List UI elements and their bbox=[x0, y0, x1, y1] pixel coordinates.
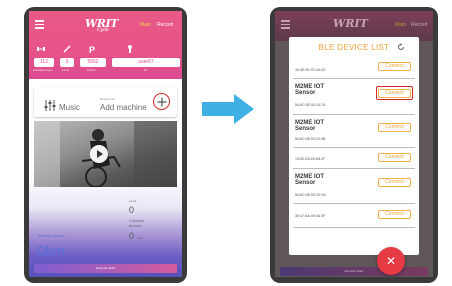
connect-button[interactable]: Connect bbox=[378, 123, 411, 132]
video-player[interactable] bbox=[34, 121, 177, 187]
points-icon: P bbox=[89, 45, 95, 54]
exercise-summary: count 0 Calories burned 0 kcal Running d… bbox=[34, 191, 177, 260]
add-machine-button[interactable] bbox=[153, 93, 170, 110]
connect-button[interactable]: Connect bbox=[378, 62, 411, 71]
user-icon bbox=[128, 45, 132, 53]
hamburger-menu-icon bbox=[281, 20, 290, 29]
level-icon bbox=[63, 45, 71, 53]
stat-level-label: Level bbox=[62, 68, 70, 72]
transition-arrow-icon bbox=[202, 94, 254, 124]
device-mac: 54:6C:0E:53:1E:9A bbox=[295, 193, 326, 197]
exercise-start-button: Exercise Start bbox=[280, 267, 428, 276]
ble-screen: WRIT Main Record BLE DEVICE LIST 34:4E:9… bbox=[275, 11, 433, 277]
stat-id-label: ID bbox=[144, 68, 147, 72]
distance-caption: Running distance bbox=[38, 234, 66, 238]
stat-points-label: Points bbox=[87, 68, 96, 72]
distance-value: 0km bbox=[37, 243, 66, 260]
close-dialog-button[interactable]: ✕ bbox=[377, 247, 405, 275]
equalizer-icon[interactable] bbox=[44, 100, 56, 111]
stat-days-value: 112 bbox=[34, 58, 54, 67]
stat-id-value: user67 bbox=[112, 58, 180, 67]
connect-button[interactable]: Connect bbox=[378, 153, 411, 162]
close-icon: ✕ bbox=[385, 254, 397, 268]
device-row[interactable]: 13:50:D8:26:D8:2F Connect bbox=[293, 149, 415, 169]
device-mac: 54:6C:0E:53:15:7A bbox=[295, 103, 326, 107]
calories-unit: kcal bbox=[137, 236, 143, 240]
add-machine-label[interactable]: Add machine bbox=[100, 103, 147, 112]
music-label[interactable]: Music bbox=[59, 103, 80, 112]
header-bar: WRIT Cycle Main Record P 112 3 5552 user… bbox=[29, 11, 182, 79]
connect-button[interactable]: Connect bbox=[378, 178, 411, 187]
device-mac: 34:4E:90:7D:3A:20 bbox=[295, 68, 326, 72]
app-logo: WRIT Cycle bbox=[85, 17, 118, 33]
exercise-start-button[interactable]: Exercise Start bbox=[34, 264, 177, 273]
connect-button[interactable]: Connect bbox=[378, 210, 411, 219]
svg-text:P: P bbox=[89, 45, 95, 54]
app-logo: WRIT bbox=[333, 17, 368, 30]
tab-record: Record bbox=[411, 22, 428, 28]
calories-value: 0 bbox=[129, 231, 135, 241]
device-row[interactable]: 35:47:AA:49:4A:3F Connect bbox=[293, 205, 415, 228]
device-row[interactable]: M2ME IOT Sensor 54:6C:0E:53:22:3B Connec… bbox=[293, 116, 415, 148]
device-row[interactable]: M2ME IOT Sensor 54:6C:0E:53:1E:9A Connec… bbox=[293, 170, 415, 204]
stat-points-value: 5552 bbox=[80, 58, 106, 67]
hamburger-menu-icon[interactable] bbox=[35, 20, 44, 29]
connect-button[interactable]: Connect bbox=[378, 88, 411, 98]
device-mac: 54:6C:0E:53:22:3B bbox=[295, 137, 326, 141]
phone-main-screen: WRIT Cycle Main Record P 112 3 5552 user… bbox=[24, 7, 187, 283]
plus-icon bbox=[157, 97, 166, 106]
tab-main[interactable]: Main bbox=[140, 22, 151, 28]
count-value: 0 bbox=[129, 205, 135, 215]
main-screen: WRIT Cycle Main Record P 112 3 5552 user… bbox=[29, 11, 182, 277]
device-row[interactable]: M2ME IOT Sensor 54:6C:0E:53:15:7A Connec… bbox=[293, 80, 415, 115]
phone-ble-screen: WRIT Main Record BLE DEVICE LIST 34:4E:9… bbox=[270, 7, 438, 283]
count-caption: count bbox=[129, 199, 137, 203]
device-mac: 35:47:AA:49:4A:3F bbox=[295, 214, 326, 218]
controls-card: Music Device info Add machine bbox=[34, 87, 177, 117]
device-info-caption: Device info bbox=[100, 97, 115, 101]
device-name: M2ME IOT Sensor bbox=[295, 174, 325, 186]
device-name: M2ME IOT Sensor bbox=[295, 84, 325, 96]
calories-label: Calories burned bbox=[129, 218, 144, 228]
dumbbell-icon bbox=[37, 47, 45, 51]
device-mac: 13:50:D8:26:D8:2F bbox=[295, 157, 326, 161]
stat-days-label: Activated days bbox=[33, 68, 53, 72]
device-name: M2ME IOT Sensor bbox=[295, 120, 325, 132]
ble-device-dialog: BLE DEVICE LIST 34:4E:90:7D:3A:20 Connec… bbox=[289, 37, 419, 255]
stat-level-value: 3 bbox=[60, 58, 74, 67]
play-icon[interactable] bbox=[90, 145, 108, 163]
tab-record[interactable]: Record bbox=[157, 22, 173, 28]
tab-main: Main bbox=[395, 22, 406, 28]
stats-row: P 112 3 5552 user67 Activated days Level… bbox=[32, 44, 180, 74]
refresh-icon[interactable] bbox=[397, 43, 405, 51]
device-row[interactable]: 34:4E:90:7D:3A:20 Connect bbox=[293, 59, 415, 79]
